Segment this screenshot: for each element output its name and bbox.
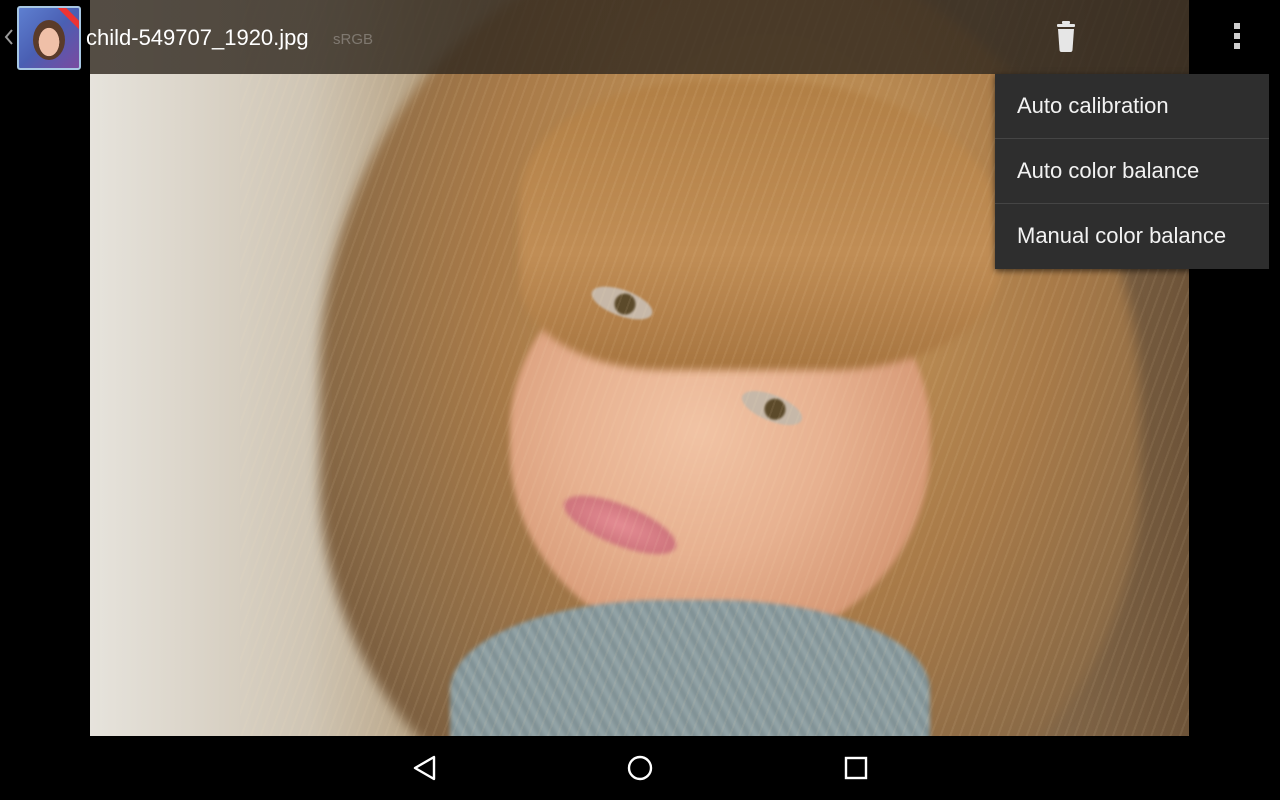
delete-button[interactable] xyxy=(1046,16,1086,56)
menu-item-manual-color-balance[interactable]: Manual color balance xyxy=(995,204,1269,268)
navigation-bar xyxy=(0,736,1280,800)
color-profile-label: sRGB xyxy=(333,31,374,48)
chevron-left-icon[interactable] xyxy=(4,24,14,50)
recent-apps-button[interactable] xyxy=(836,748,876,788)
recent-apps-icon xyxy=(844,756,868,780)
file-name-title: child-549707_1920.jpg xyxy=(86,25,309,50)
more-vert-icon xyxy=(1234,23,1240,49)
trash-icon xyxy=(1057,21,1075,52)
back-icon xyxy=(413,755,436,781)
thumbnail-face xyxy=(33,20,65,60)
overflow-menu: Auto calibration Auto color balance Manu… xyxy=(995,74,1269,269)
home-icon xyxy=(627,755,653,781)
photo-thumbnail-icon[interactable] xyxy=(17,6,81,70)
menu-item-auto-color-balance[interactable]: Auto color balance xyxy=(995,139,1269,204)
back-button[interactable] xyxy=(405,748,445,788)
overflow-menu-button[interactable] xyxy=(1218,16,1258,56)
screen: child-549707_1920.jpg sRGB Auto calibrat… xyxy=(0,0,1280,800)
menu-item-auto-calibration[interactable]: Auto calibration xyxy=(995,74,1269,139)
home-button[interactable] xyxy=(620,748,660,788)
action-bar: child-549707_1920.jpg sRGB xyxy=(0,0,1280,74)
